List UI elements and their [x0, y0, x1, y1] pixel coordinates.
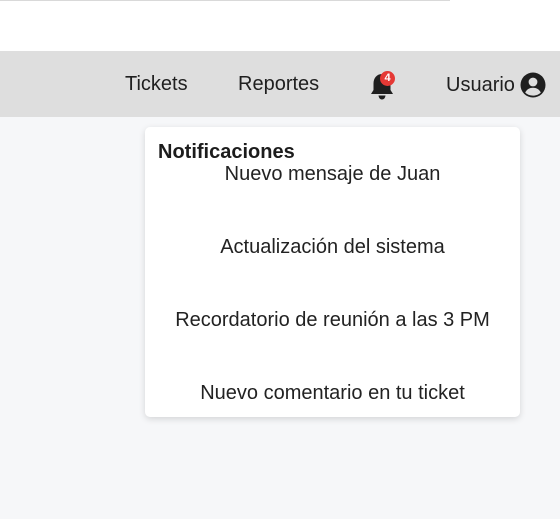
nav-link-tickets[interactable]: Tickets	[125, 72, 188, 96]
notifications-dropdown: Notificaciones Nuevo mensaje de Juan Act…	[145, 127, 520, 417]
notifications-title: Notificaciones	[158, 141, 295, 163]
user-circle-icon	[520, 72, 546, 98]
nav-link-reportes[interactable]: Reportes	[238, 72, 319, 96]
notifications-button[interactable]: 4	[368, 71, 396, 101]
notification-item[interactable]: Recordatorio de reunión a las 3 PM	[145, 308, 520, 332]
notification-count-badge: 4	[380, 71, 395, 86]
notification-item[interactable]: Actualización del sistema	[145, 235, 520, 259]
notification-item[interactable]: Nuevo comentario en tu ticket	[145, 381, 520, 405]
top-strip	[0, 0, 560, 51]
notification-item[interactable]: Nuevo mensaje de Juan	[145, 162, 520, 186]
user-label: Usuario	[446, 74, 515, 96]
navbar: Tickets Reportes 4 Usuario	[0, 51, 560, 117]
top-divider	[0, 0, 450, 1]
